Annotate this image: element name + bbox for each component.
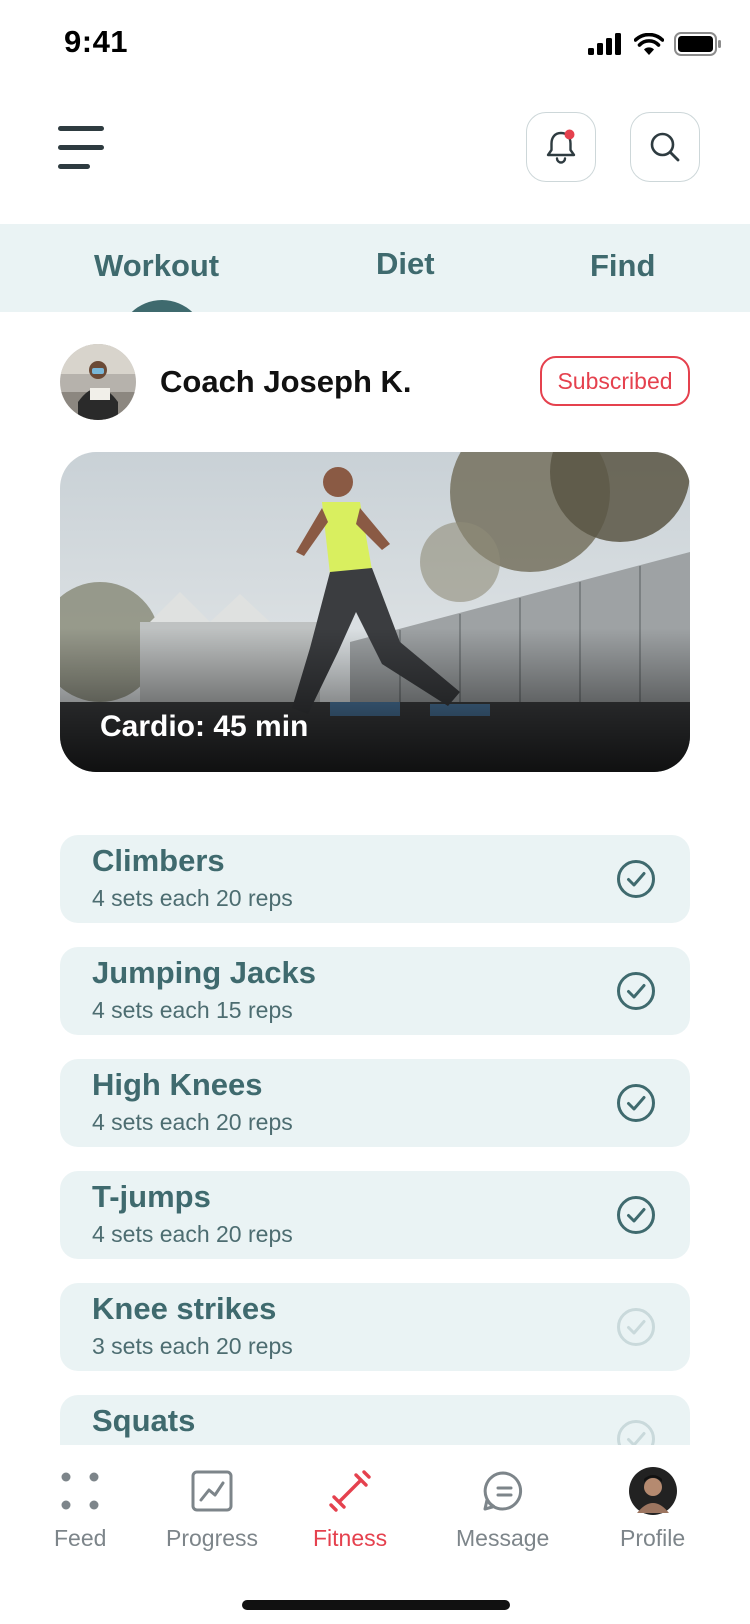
nav-profile[interactable]: Profile xyxy=(620,1445,685,1552)
status-icons xyxy=(588,32,722,56)
exercise-detail: 3 sets each 20 reps xyxy=(92,1333,293,1359)
check-circle-icon[interactable] xyxy=(616,1083,656,1123)
subscribed-button[interactable]: Subscribed xyxy=(540,356,690,406)
tab-bar: Workout Diet Find xyxy=(0,224,750,312)
exercise-item[interactable]: Squats xyxy=(60,1395,690,1445)
active-tab-indicator xyxy=(118,300,206,312)
nav-label: Feed xyxy=(54,1525,107,1551)
wifi-icon xyxy=(634,33,664,55)
battery-icon xyxy=(674,32,721,56)
exercise-name: High Knees xyxy=(92,1067,263,1102)
dumbbell-icon xyxy=(326,1467,374,1515)
exercise-name: Jumping Jacks xyxy=(92,955,316,990)
nav-label: Profile xyxy=(620,1525,686,1551)
home-indicator xyxy=(242,1600,510,1610)
exercise-detail: 4 sets each 20 reps xyxy=(92,1109,293,1135)
tab-workout[interactable]: Workout xyxy=(94,248,219,284)
exercise-name: Knee strikes xyxy=(92,1291,277,1326)
exercise-item[interactable]: T-jumps 4 sets each 20 reps xyxy=(60,1171,690,1259)
status-time: 9:41 xyxy=(64,24,129,59)
exercise-detail: 4 sets each 20 reps xyxy=(92,885,293,911)
coach-name: Coach Joseph K. xyxy=(160,364,412,399)
progress-chart-icon xyxy=(188,1467,236,1515)
exercise-detail: 4 sets each 15 reps xyxy=(92,997,293,1023)
workout-hero-card[interactable]: Cardio: 45 min xyxy=(60,452,690,772)
exercise-detail: 4 sets each 20 reps xyxy=(92,1221,293,1247)
message-icon xyxy=(479,1467,527,1515)
check-circle-icon[interactable] xyxy=(616,1195,656,1235)
coach-avatar[interactable] xyxy=(60,344,136,420)
exercise-list: Climbers 4 sets each 20 reps Jumping Jac… xyxy=(60,835,690,1445)
check-circle-icon[interactable] xyxy=(616,1307,656,1347)
menu-icon[interactable] xyxy=(58,126,104,170)
exercise-name: Climbers xyxy=(92,843,225,878)
nav-progress[interactable]: Progress xyxy=(166,1445,258,1552)
notifications-button[interactable] xyxy=(526,112,596,182)
tab-find[interactable]: Find xyxy=(590,248,655,284)
status-bar: 9:41 xyxy=(0,0,750,92)
check-circle-icon[interactable] xyxy=(616,1419,656,1445)
check-circle-icon[interactable] xyxy=(616,859,656,899)
avatar xyxy=(628,1467,677,1515)
bottom-nav: Feed Progress Fitness Message Profile xyxy=(0,1445,750,1624)
signal-icon xyxy=(588,33,621,55)
tab-diet[interactable]: Diet xyxy=(376,246,435,282)
nav-label: Fitness xyxy=(313,1525,388,1551)
feed-icon xyxy=(56,1467,104,1515)
hero-caption: Cardio: 45 min xyxy=(100,710,309,743)
nav-feed[interactable]: Feed xyxy=(54,1445,106,1552)
check-circle-icon[interactable] xyxy=(616,971,656,1011)
bell-icon xyxy=(546,129,576,164)
exercise-item[interactable]: Climbers 4 sets each 20 reps xyxy=(60,835,690,923)
nav-label: Progress xyxy=(166,1525,259,1551)
exercise-item[interactable]: Knee strikes 3 sets each 20 reps xyxy=(60,1283,690,1371)
exercise-name: T-jumps xyxy=(92,1179,211,1214)
nav-label: Message xyxy=(456,1525,550,1551)
coach-row: Coach Joseph K. Subscribed xyxy=(60,344,690,420)
nav-fitness[interactable]: Fitness xyxy=(313,1445,387,1552)
search-icon xyxy=(650,132,680,162)
exercise-item[interactable]: High Knees 4 sets each 20 reps xyxy=(60,1059,690,1147)
exercise-item[interactable]: Jumping Jacks 4 sets each 15 reps xyxy=(60,947,690,1035)
exercise-name: Squats xyxy=(92,1403,196,1438)
search-button[interactable] xyxy=(630,112,700,182)
nav-message[interactable]: Message xyxy=(456,1445,549,1552)
notification-dot xyxy=(564,129,575,140)
